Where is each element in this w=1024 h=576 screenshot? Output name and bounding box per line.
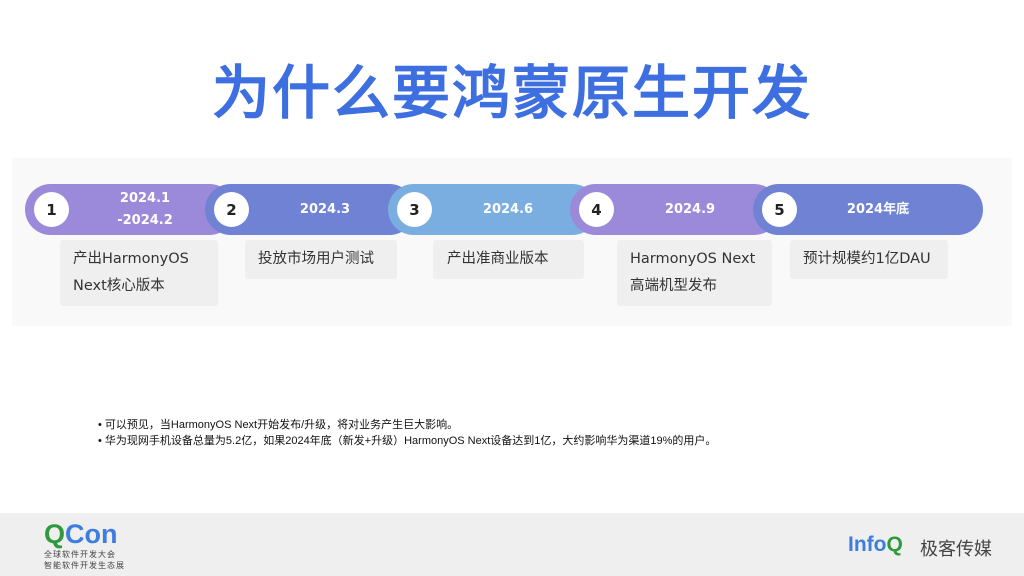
step-date: 2024.6 <box>482 201 534 217</box>
step-1-description: 产出HarmonyOS Next核心版本 <box>60 240 218 306</box>
note-text: 华为现网手机设备总量为5.2亿，如果2024年底（新发+升级）HarmonyOS… <box>104 435 717 447</box>
step-number: 4 <box>579 192 614 227</box>
step-number: 2 <box>214 192 249 227</box>
notes-list: • 可以预见，当HarmonyOS Next开始发布/升级，将对业务产生巨大影响… <box>98 417 716 449</box>
page-title: 为什么要鸿蒙原生开发 <box>211 59 812 127</box>
timeline-step-5: 5 2024年底 <box>753 184 983 235</box>
step-date: 2024.3 <box>299 201 351 217</box>
step-date: 2024.9 <box>664 201 716 217</box>
step-number: 5 <box>762 192 797 227</box>
step-number: 3 <box>397 192 432 227</box>
qcon-logo: QCon <box>44 519 118 549</box>
note-text: 可以预见，当HarmonyOS Next开始发布/升级，将对业务产生巨大影响。 <box>104 419 459 431</box>
note-item: • 可以预见，当HarmonyOS Next开始发布/升级，将对业务产生巨大影响… <box>98 419 459 431</box>
step-date: 2024.1 -2024.2 <box>117 190 173 228</box>
qcon-subtitle-2: 智能软件开发生态展 <box>44 561 125 570</box>
step-4-description: HarmonyOS Next 高端机型发布 <box>617 240 772 306</box>
qcon-subtitle: 全球软件开发大会 <box>44 550 116 559</box>
timeline-step-3: 3 2024.6 <box>388 184 598 235</box>
infoq-logo: InfoQ <box>848 533 903 556</box>
timeline-step-2: 2 2024.3 <box>205 184 415 235</box>
step-5-description: 预计规模约1亿DAU <box>790 240 948 279</box>
timeline-step-1: 1 2024.1 -2024.2 <box>25 184 235 235</box>
note-item: • 华为现网手机设备总量为5.2亿，如果2024年底（新发+升级）Harmony… <box>98 435 717 447</box>
step-3-description: 产出准商业版本 <box>433 240 584 279</box>
step-date: 2024年底 <box>846 201 910 217</box>
step-2-description: 投放市场用户测试 <box>245 240 397 279</box>
step-number: 1 <box>34 192 69 227</box>
geek-media-logo: 极客传媒 <box>920 539 992 560</box>
timeline-step-4: 4 2024.9 <box>570 184 780 235</box>
